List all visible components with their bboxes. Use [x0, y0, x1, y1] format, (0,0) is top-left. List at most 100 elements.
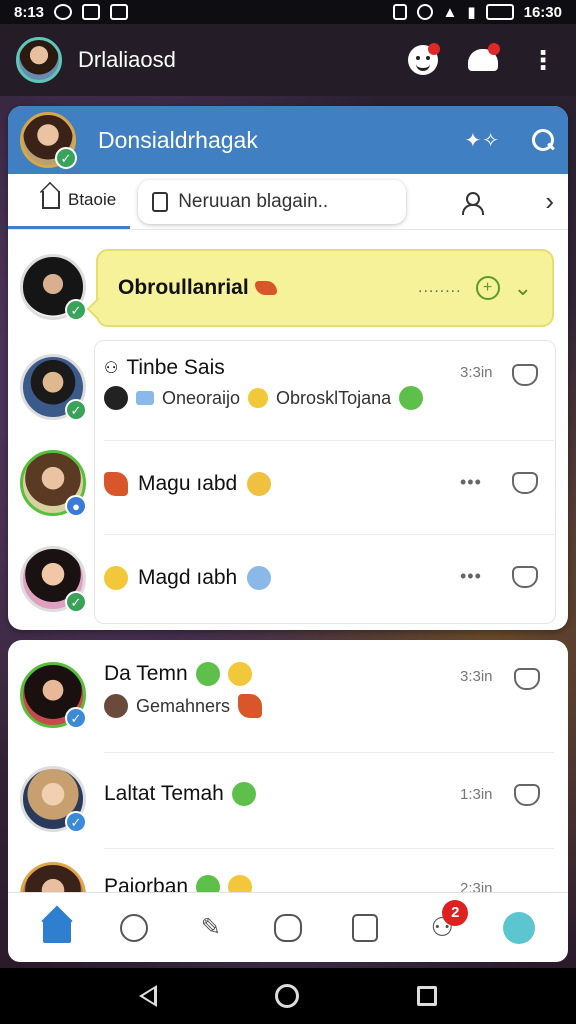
profile-avatar[interactable] [16, 37, 62, 83]
chevron-down-icon[interactable]: ⌄ [514, 275, 532, 301]
avatar[interactable]: ✓ [20, 546, 87, 613]
search-icon[interactable] [530, 127, 556, 153]
status-time-right: 16:30 [523, 3, 562, 21]
nav-home[interactable] [37, 908, 77, 948]
back-icon[interactable] [139, 985, 157, 1007]
add-icon[interactable]: + [475, 276, 500, 300]
avatar-emoji [104, 694, 128, 718]
heart-icon[interactable] [512, 566, 538, 588]
chat-item-5[interactable]: Laltat Temah 1:3in [104, 776, 554, 812]
pinned-dots: ........ [418, 279, 462, 296]
notification-dot [428, 43, 440, 55]
chat-name: Tinbe Sais [126, 356, 225, 379]
chat-name: Magd ıabh [138, 566, 238, 589]
face-button[interactable] [406, 43, 440, 77]
app-bar: Drlaliaosd ⋮ [0, 24, 576, 96]
status-bar: 8:13 ▲ ▮ 16:30 [0, 0, 576, 24]
verified-badge: ✓ [55, 147, 77, 169]
verified-badge: ✓ [65, 399, 87, 421]
app-icon [82, 4, 101, 20]
tab-home[interactable]: Btaoie [8, 174, 131, 229]
nav-groups[interactable] [268, 908, 308, 948]
notification-icon [54, 4, 73, 20]
chat-item-4[interactable]: Da Temn Gemahners 3:3in [104, 662, 554, 732]
bottom-nav: ✎ ⚇ 2 [8, 892, 568, 962]
happy-emoji [231, 782, 256, 806]
avatar[interactable] [20, 862, 86, 896]
bow-emoji [136, 391, 154, 405]
avatar[interactable]: ✓ [20, 254, 87, 321]
home-circle-icon[interactable] [275, 984, 299, 1008]
heart-icon[interactable] [514, 784, 540, 806]
nav-edit[interactable]: ✎ [191, 908, 231, 948]
verified-badge: ● [65, 495, 87, 517]
chevron-right-icon[interactable]: › [545, 186, 554, 217]
divider [104, 534, 554, 535]
chat-time: 1:3in [460, 786, 493, 803]
card-title: Donsialdrhagak [98, 126, 258, 153]
divider [104, 440, 554, 441]
group-avatar[interactable]: ✓ [20, 112, 77, 169]
chat-name: Magu ıabd [138, 472, 238, 495]
avatar[interactable]: ● [20, 450, 87, 517]
list-icon [352, 913, 379, 942]
notification-dot [488, 43, 500, 55]
home-icon [42, 920, 71, 943]
heart-icon[interactable] [512, 472, 538, 494]
chat-time: 3:3in [460, 364, 493, 381]
check-emoji [195, 662, 220, 686]
avatar[interactable]: ✓ [20, 354, 87, 421]
divider [104, 848, 554, 849]
bubble-tail [86, 297, 110, 321]
more-button[interactable]: ⋮ [526, 43, 560, 77]
status-time-left: 8:13 [14, 3, 45, 21]
nav-list[interactable] [345, 908, 385, 948]
chat-preview: Oneoraijo [162, 387, 241, 408]
chat-item-2[interactable]: Magu ıabd ••• [104, 466, 544, 502]
person-icon[interactable] [460, 191, 485, 215]
nav-bot[interactable] [499, 908, 539, 948]
pinned-chat-title: Obroullanrial [118, 276, 249, 299]
tab-home-label: Btaoie [68, 190, 117, 209]
more-icon[interactable]: ••• [460, 472, 482, 493]
star-emoji [248, 388, 269, 408]
heart-icon[interactable] [514, 668, 540, 690]
document-icon [152, 191, 169, 212]
avatar[interactable]: ✓ [20, 662, 87, 729]
edit-icon: ✎ [200, 914, 221, 941]
wifi-icon: ▲ [442, 3, 458, 21]
chat-preview: Gemahners [136, 695, 231, 716]
signal-icon: ▮ [467, 4, 476, 21]
nav-notifications[interactable]: ⚇ 2 [422, 899, 469, 948]
more-icon[interactable]: ••• [460, 566, 482, 587]
avatar[interactable]: ✓ [20, 766, 87, 833]
app-title: Drlaliaosd [78, 47, 176, 72]
system-nav [0, 968, 576, 1024]
alarm-icon [416, 4, 433, 20]
battery-icon [485, 4, 514, 20]
sparkle-icon[interactable]: ✦✧ [464, 128, 500, 153]
nav-smile[interactable] [114, 908, 154, 948]
lock-emoji [247, 566, 272, 590]
vibrate-icon [392, 4, 407, 20]
verified-badge: ✓ [65, 299, 87, 321]
chat-preview-2: ObrosklTojana [276, 387, 392, 408]
divider [104, 752, 554, 753]
laugh-emoji [227, 662, 252, 686]
verified-badge: ✓ [65, 707, 87, 729]
smile-emoji [247, 472, 272, 496]
more-icon: ⋮ [530, 45, 556, 75]
chat-item-1[interactable]: ⚇ Tinbe Sais Oneoraijo ObrosklTojana 3:3… [104, 356, 544, 416]
tool-emoji [254, 281, 277, 295]
recent-apps-icon[interactable] [417, 986, 437, 1006]
search-input[interactable]: Neruuan blagain.. [138, 179, 407, 224]
verified-badge: ✓ [65, 591, 87, 613]
pinned-chat[interactable]: Obroullanrial ........ + ⌄ [86, 249, 554, 327]
search-text: Neruuan blagain.. [178, 190, 329, 212]
bell-button[interactable] [466, 43, 500, 77]
heart-icon[interactable] [512, 364, 538, 386]
ribbon-emoji [238, 694, 263, 718]
chat-card-2: ✓ Da Temn Gemahners 3:3in ✓ Laltat Temah… [8, 640, 568, 896]
chat-item-3[interactable]: Magd ıabh ••• [104, 560, 544, 596]
app-icon-2 [110, 4, 129, 20]
